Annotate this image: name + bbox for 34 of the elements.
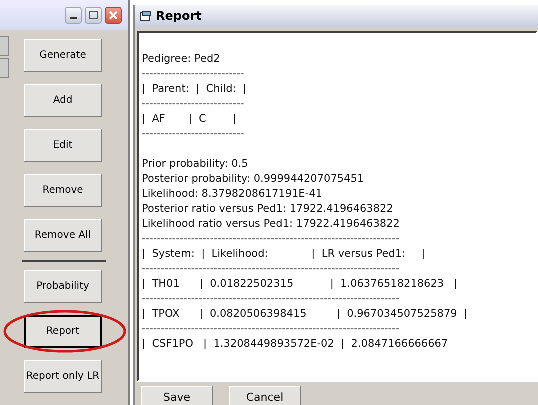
report-line: Pedigree: Ped2 [142,52,222,67]
report-line: -------------------------------------------------------------------- [142,292,401,307]
report-line: Posterior ratio versus Ped1: 17922.4196463822 [142,202,394,217]
window-icon [140,11,152,21]
report-line: | System: | Likelihood: | LR versus Ped1: | [142,247,427,262]
sidebar-button[interactable]: Edit [24,129,102,162]
sidebar-button[interactable]: Remove [24,174,102,207]
report-line: --------------------------- [142,127,246,142]
sidebar-button[interactable]: Add [24,84,102,117]
dialog-button[interactable]: Cancel [229,386,301,405]
close-icon[interactable] [105,6,122,24]
sidebar-button[interactable]: Probability [24,270,102,303]
report-line: Prior probability: 0.5 [142,157,250,172]
maximize-icon[interactable] [85,6,102,24]
report-line: | TH01 | 0.01822502315 | 1.06376518218623 | [142,277,459,292]
report-line: | Parent: | Child: | [142,82,248,97]
report-line: | AF | C | [142,112,238,127]
report-line: --------------------------- [142,67,246,82]
sidebar-button[interactable]: Report only LR [24,360,102,393]
minimize-icon[interactable] [65,6,82,24]
sidebar-button[interactable]: Report [24,315,102,348]
sidebar-button[interactable]: Remove All [24,219,102,252]
report-line: --------------------------- [142,97,246,112]
dialog-button[interactable]: Save [141,386,213,405]
report-line: | TPOX | 0.0820506398415 | 0.967034507525879 | [142,307,469,322]
report-line: -------------------------------------------------------------------- [142,232,401,247]
window-title: Report [156,9,202,23]
sidebar-button[interactable]: Generate [24,39,102,72]
report-line: Posterior probability: 0.999944207075451 [142,172,366,187]
report-line: Likelihood ratio versus Ped1: 17922.4196463822 [142,217,401,232]
report-line: Likelihood: 8.3798208617191E-41 [142,187,324,202]
report-line: -------------------------------------------------------------------- [142,262,401,277]
report-line: | CSF1PO | 1.3208449893572E-02 | 2.0847166666667 [142,337,450,352]
report-line: -------------------------------------------------------------------- [142,322,401,337]
